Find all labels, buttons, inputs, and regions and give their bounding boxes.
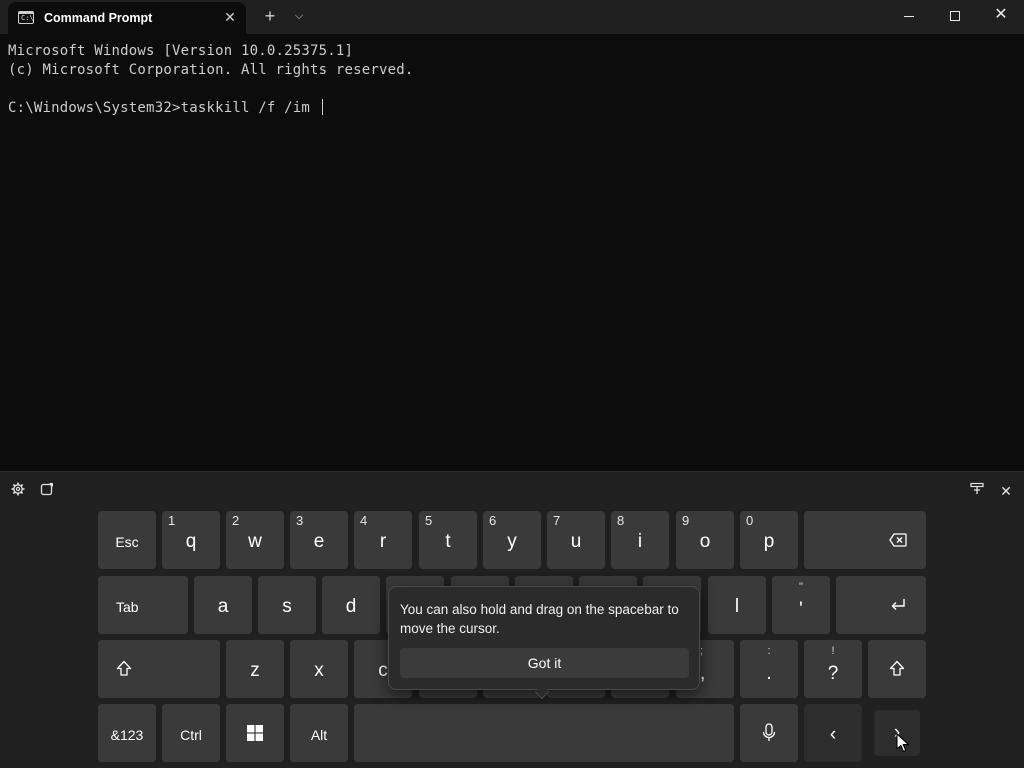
key-i[interactable]: 8i — [611, 511, 669, 569]
key-p[interactable]: 0p — [740, 511, 798, 569]
key-y[interactable]: 6y — [483, 511, 541, 569]
text-cursor — [321, 99, 323, 115]
key-s[interactable]: s — [258, 576, 316, 634]
key-left-arrow[interactable]: ‹ — [804, 704, 862, 762]
key-microphone[interactable] — [740, 704, 798, 762]
tab-command-prompt[interactable]: C:\ Command Prompt ✕ — [8, 2, 246, 34]
key-x[interactable]: x — [290, 640, 348, 698]
windows-icon — [247, 725, 263, 741]
spacebar-tip-popup: You can also hold and drag on the spaceb… — [388, 586, 700, 700]
terminal-line: (c) Microsoft Corporation. All rights re… — [8, 62, 414, 78]
key-spacebar[interactable] — [354, 704, 734, 762]
key-shift-right[interactable] — [868, 640, 926, 698]
key-t[interactable]: 5t — [419, 511, 477, 569]
close-tab-icon[interactable]: ✕ — [220, 7, 240, 27]
close-window-button[interactable]: ✕ — [978, 0, 1024, 32]
key-ctrl[interactable]: Ctrl — [162, 704, 220, 762]
title-bar: C:\ Command Prompt ✕ + ⌵ ✕ — [0, 0, 1024, 34]
got-it-button[interactable]: Got it — [400, 648, 689, 678]
tip-message: You can also hold and drag on the spaceb… — [400, 602, 679, 636]
key-o[interactable]: 9o — [676, 511, 734, 569]
key-r[interactable]: 4r — [354, 511, 412, 569]
key-l[interactable]: l — [708, 576, 766, 634]
cmd-icon: C:\ — [18, 11, 34, 24]
gear-icon[interactable] — [9, 482, 27, 500]
key-shift-left[interactable] — [98, 640, 220, 698]
key-u[interactable]: 7u — [547, 511, 605, 569]
mouse-pointer-icon — [896, 733, 910, 753]
microphone-icon — [762, 723, 776, 741]
key-tab[interactable]: Tab — [98, 576, 188, 634]
key-period[interactable]: :. — [740, 640, 798, 698]
chevron-down-icon[interactable]: ⌵ — [289, 4, 309, 28]
key-e[interactable]: 3e — [290, 511, 348, 569]
key-d[interactable]: d — [322, 576, 380, 634]
tab-title: Command Prompt — [44, 11, 153, 25]
maximize-icon — [950, 11, 960, 22]
key-backspace[interactable] — [804, 511, 926, 569]
key-esc[interactable]: Esc — [98, 511, 156, 569]
shift-icon — [889, 660, 905, 676]
emoji-icon[interactable] — [38, 482, 56, 500]
terminal-line: Microsoft Windows [Version 10.0.25375.1] — [8, 43, 354, 59]
left-arrow-icon: ‹ — [829, 724, 837, 745]
key-symbols[interactable]: &123 — [98, 704, 156, 762]
shift-icon — [116, 660, 132, 676]
backspace-icon — [889, 533, 907, 547]
key-w[interactable]: 2w — [226, 511, 284, 569]
key-question[interactable]: !? — [804, 640, 862, 698]
dock-icon[interactable] — [968, 482, 986, 500]
minimize-icon — [904, 15, 914, 17]
command-text: C:\Windows\System32>taskkill /f /im — [8, 100, 319, 116]
key-apostrophe[interactable]: " ' — [772, 576, 830, 634]
close-icon[interactable]: ✕ — [997, 482, 1015, 500]
key-z[interactable]: z — [226, 640, 284, 698]
key-enter[interactable] — [836, 576, 926, 634]
key-a[interactable]: a — [194, 576, 252, 634]
terminal-command-line: C:\Windows\System32>taskkill /f /im — [8, 99, 323, 118]
key-alt[interactable]: Alt — [290, 704, 348, 762]
minimize-button[interactable] — [886, 0, 932, 32]
key-windows[interactable] — [226, 704, 284, 762]
enter-icon — [891, 599, 905, 610]
key-q[interactable]: 1q — [162, 511, 220, 569]
new-tab-button[interactable]: + — [259, 4, 281, 28]
maximize-button[interactable] — [932, 0, 978, 32]
terminal-output[interactable]: Microsoft Windows [Version 10.0.25375.1]… — [0, 34, 1024, 471]
